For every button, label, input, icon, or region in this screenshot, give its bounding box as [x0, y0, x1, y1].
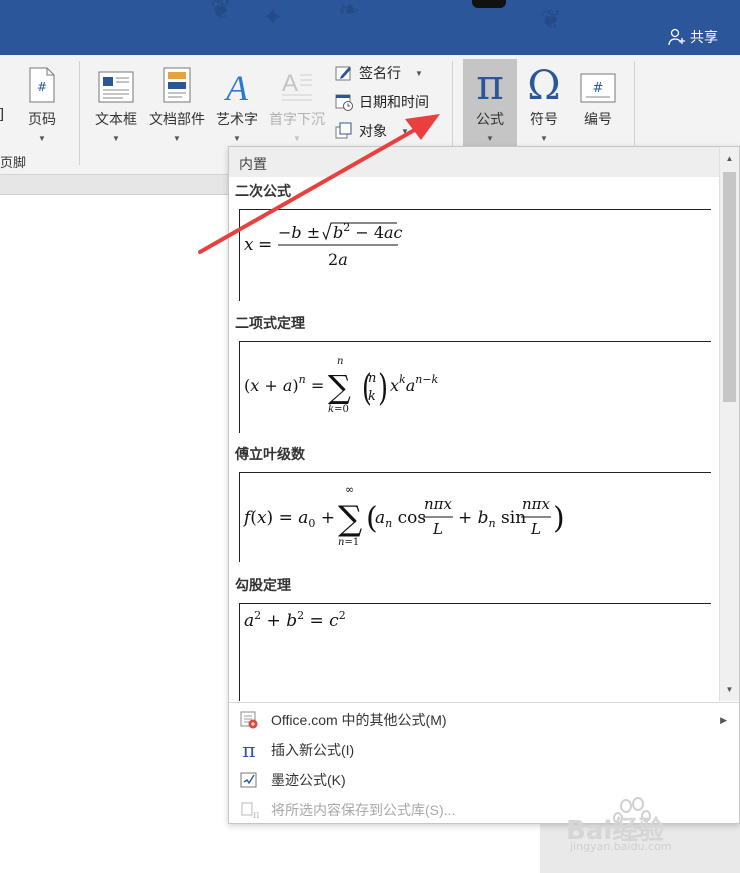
watermark-url: jingyan.baidu.com — [570, 840, 672, 853]
annotation-arrow — [198, 114, 440, 254]
watermark: Bai经验 jingyan.baidu.com — [566, 796, 726, 856]
